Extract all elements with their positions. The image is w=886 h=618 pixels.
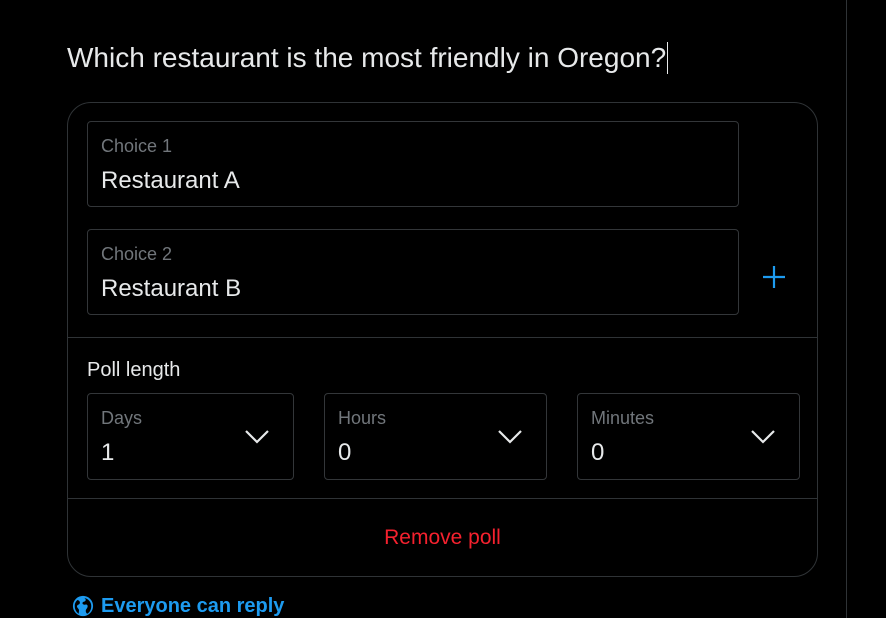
minutes-label: Minutes bbox=[591, 408, 655, 428]
remove-poll-button[interactable]: Remove poll bbox=[68, 526, 817, 550]
chevron-down-icon bbox=[751, 430, 775, 444]
tweet-text-input[interactable]: Which restaurant is the most friendly in… bbox=[67, 40, 669, 76]
hours-label: Hours bbox=[338, 408, 387, 428]
poll-card: Choice 1 Restaurant A Choice 2 Restauran… bbox=[67, 102, 818, 577]
poll-divider-bottom bbox=[68, 498, 817, 499]
hours-select[interactable]: Hours 0 bbox=[324, 393, 547, 480]
add-choice-button[interactable] bbox=[758, 261, 790, 293]
globe-icon bbox=[72, 595, 94, 617]
choice-1-field[interactable]: Choice 1 Restaurant A bbox=[87, 121, 739, 207]
tweet-text: Which restaurant is the most friendly in… bbox=[67, 42, 667, 73]
choice-2-value: Restaurant B bbox=[101, 275, 242, 302]
minutes-select[interactable]: Minutes 0 bbox=[577, 393, 800, 480]
chevron-down-icon bbox=[245, 430, 269, 444]
reply-setting-label: Everyone can reply bbox=[101, 594, 285, 617]
days-select[interactable]: Days 1 bbox=[87, 393, 294, 480]
choice-2-field[interactable]: Choice 2 Restaurant B bbox=[87, 229, 739, 315]
poll-length-title: Poll length bbox=[87, 359, 181, 381]
days-label: Days bbox=[101, 408, 143, 428]
text-caret bbox=[667, 41, 669, 74]
choice-1-label: Choice 1 bbox=[101, 136, 173, 156]
plus-icon bbox=[763, 266, 785, 288]
reply-setting-button[interactable]: Everyone can reply bbox=[72, 593, 284, 618]
chevron-down-icon bbox=[498, 430, 522, 444]
days-value: 1 bbox=[101, 439, 115, 466]
choice-1-value: Restaurant A bbox=[101, 167, 240, 194]
poll-divider-top bbox=[68, 337, 817, 338]
hours-value: 0 bbox=[338, 439, 352, 466]
minutes-value: 0 bbox=[591, 439, 605, 466]
choice-2-label: Choice 2 bbox=[101, 244, 173, 264]
poll-composer: Which restaurant is the most friendly in… bbox=[0, 0, 886, 618]
column-divider bbox=[846, 0, 847, 618]
